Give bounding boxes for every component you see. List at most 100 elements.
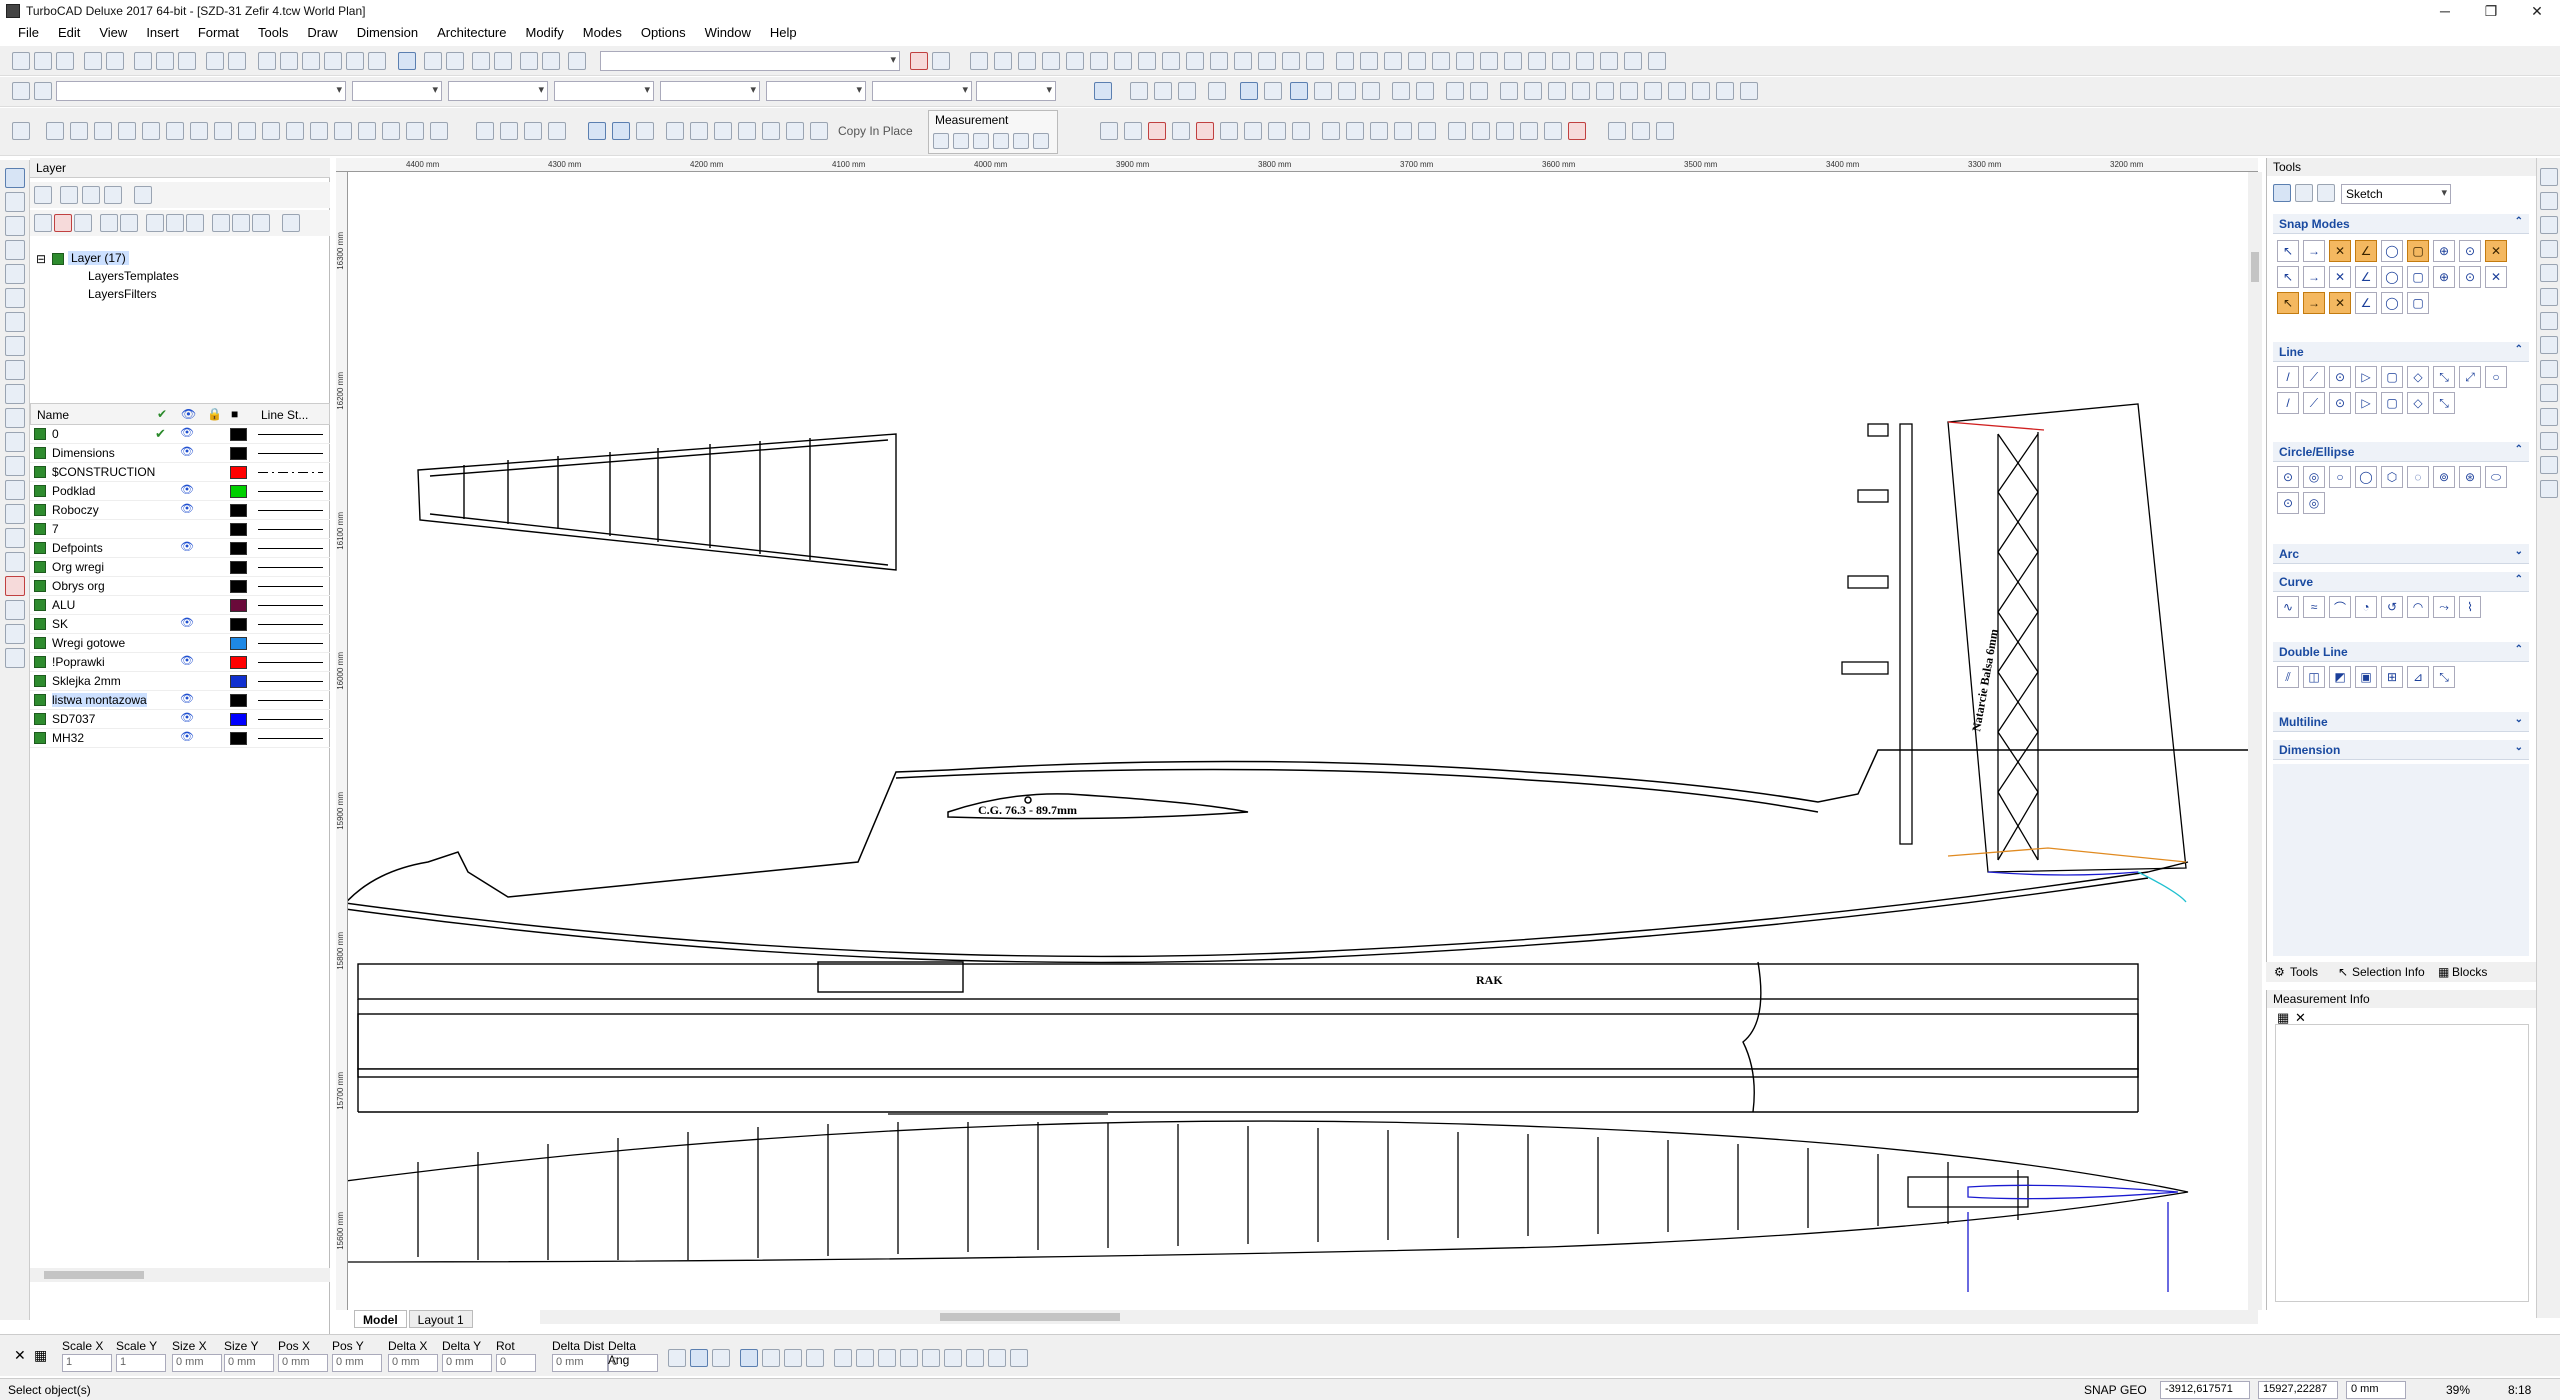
snap-mode-3-icon[interactable]: ✕ bbox=[2329, 240, 2351, 262]
layer-name[interactable]: Dimensions bbox=[52, 446, 115, 460]
coord-x[interactable]: -3912,617571 bbox=[2160, 1381, 2250, 1399]
helix-tool-icon[interactable] bbox=[1448, 122, 1466, 140]
drawing-canvas[interactable]: C.G. 76.3 - 89.7mm RAK Natarcie Balsa 6m… bbox=[348, 172, 2248, 1310]
text-icon[interactable] bbox=[5, 360, 25, 380]
zoom-window-icon[interactable] bbox=[302, 52, 320, 70]
radial-array-icon[interactable] bbox=[714, 122, 732, 140]
visible-icon[interactable]: 👁 bbox=[180, 426, 194, 439]
layer-color-swatch[interactable] bbox=[230, 561, 247, 574]
tab-model[interactable]: Model bbox=[354, 1310, 407, 1328]
layer-name[interactable]: 0 bbox=[52, 427, 59, 441]
green-box4-icon[interactable] bbox=[806, 1349, 824, 1367]
pen-combo[interactable] bbox=[448, 81, 548, 101]
green-box2-icon[interactable] bbox=[762, 1349, 780, 1367]
light-icon[interactable] bbox=[548, 122, 566, 140]
line-tool-icon[interactable] bbox=[1100, 122, 1118, 140]
layer-row[interactable]: listwa montazowa 👁 bbox=[30, 691, 330, 710]
select-mode-icon[interactable] bbox=[2273, 184, 2291, 202]
undo-icon[interactable] bbox=[206, 52, 224, 70]
angle-icon[interactable] bbox=[712, 1349, 730, 1367]
block-tool-icon[interactable] bbox=[5, 432, 25, 452]
hatch-icon[interactable] bbox=[5, 408, 25, 428]
bezier-tool-icon[interactable] bbox=[1346, 122, 1364, 140]
delta-x-input[interactable]: 0 mm bbox=[388, 1354, 438, 1372]
expand-icon[interactable]: ⌄ bbox=[2515, 714, 2523, 725]
layer-row[interactable]: Wregi gotowe bbox=[30, 634, 330, 653]
workplane-world-icon[interactable] bbox=[1314, 82, 1332, 100]
snap-vertex-icon[interactable] bbox=[994, 52, 1012, 70]
layer-linestyle-sample[interactable] bbox=[258, 700, 323, 701]
pattern-combo[interactable] bbox=[766, 81, 866, 101]
line-tool-6-icon[interactable]: ◇ bbox=[2407, 366, 2429, 388]
circle-tool-4-icon[interactable]: ◯ bbox=[2355, 466, 2377, 488]
material-icon[interactable] bbox=[500, 122, 518, 140]
visible-icon[interactable]: 👁 bbox=[180, 445, 194, 458]
collapse-icon[interactable]: ⌃ bbox=[2515, 216, 2523, 227]
section-snap-modes[interactable]: Snap Modes ⌃ bbox=[2273, 214, 2529, 234]
layer-name[interactable]: SK bbox=[52, 617, 68, 631]
layer-color-swatch[interactable] bbox=[230, 523, 247, 536]
check-icon[interactable] bbox=[834, 1349, 852, 1367]
vector-copy-icon[interactable] bbox=[738, 122, 756, 140]
blue-shape-icon[interactable] bbox=[588, 122, 606, 140]
section-circle-ellipse[interactable]: Circle/Ellipse ⌃ bbox=[2273, 442, 2529, 462]
layer-eye-icon[interactable] bbox=[186, 214, 204, 232]
curve-tool-2-icon[interactable]: ≈ bbox=[2303, 596, 2325, 618]
layer-row[interactable]: Obrys org bbox=[30, 577, 330, 596]
measure-tool-icon[interactable] bbox=[5, 600, 25, 620]
line-tool-5-icon[interactable]: ▢ bbox=[2381, 366, 2403, 388]
layer-row[interactable]: !Poprawki 👁 bbox=[30, 653, 330, 672]
snap-mode-13-icon[interactable]: ∠ bbox=[2355, 266, 2377, 288]
strip-tool-7-icon[interactable] bbox=[2540, 312, 2558, 330]
property-icon[interactable] bbox=[446, 52, 464, 70]
layer-name[interactable]: Roboczy bbox=[52, 503, 99, 517]
section-line[interactable]: Line ⌃ bbox=[2273, 342, 2529, 362]
section-double-line[interactable]: Double Line ⌃ bbox=[2273, 642, 2529, 662]
snap-mode-23-icon[interactable]: ◯ bbox=[2381, 292, 2403, 314]
linestyle-combo[interactable] bbox=[554, 81, 654, 101]
stop-icon[interactable] bbox=[5, 576, 25, 596]
strip-tool-6-icon[interactable] bbox=[2540, 288, 2558, 306]
delta-ang-input[interactable]: 0 bbox=[608, 1354, 658, 1372]
layer-name[interactable]: Sklejka 2mm bbox=[52, 674, 121, 688]
edit-mode-icon[interactable] bbox=[2295, 184, 2313, 202]
line-tool-13-icon[interactable]: ▷ bbox=[2355, 392, 2377, 414]
layer-name[interactable]: SD7037 bbox=[52, 712, 95, 726]
transform-tool-icon[interactable] bbox=[5, 528, 25, 548]
layer-row[interactable]: ALU bbox=[30, 596, 330, 615]
command-combo[interactable] bbox=[600, 51, 900, 71]
strip-tool-11-icon[interactable] bbox=[2540, 408, 2558, 426]
measure-angle-icon[interactable] bbox=[953, 133, 969, 149]
layer-row[interactable]: Podklad 👁 bbox=[30, 482, 330, 501]
torus-icon[interactable] bbox=[118, 122, 136, 140]
tab-tools[interactable]: Tools bbox=[2290, 965, 2318, 979]
group-icon[interactable] bbox=[1130, 82, 1148, 100]
col-linestyle[interactable]: Line St... bbox=[261, 408, 308, 422]
extrude-icon[interactable] bbox=[214, 122, 232, 140]
offset-icon[interactable] bbox=[1576, 52, 1594, 70]
view-top-icon[interactable] bbox=[1500, 82, 1518, 100]
strip-tool-13-icon[interactable] bbox=[2540, 456, 2558, 474]
double-line-tool-1-icon[interactable]: ⫽ bbox=[2277, 666, 2299, 688]
layer-linestyle-sample[interactable] bbox=[258, 434, 323, 435]
visible-icon[interactable]: 👁 bbox=[180, 502, 194, 515]
expand-icon[interactable]: ⌄ bbox=[2515, 546, 2523, 557]
visible-icon[interactable]: 👁 bbox=[180, 692, 194, 705]
print-icon[interactable] bbox=[84, 52, 102, 70]
menu-window[interactable]: Window bbox=[705, 25, 751, 40]
layer-name[interactable]: Obrys org bbox=[52, 579, 105, 593]
circle-tool-10-icon[interactable]: ⊙ bbox=[2277, 492, 2299, 514]
stack-icon[interactable] bbox=[1094, 82, 1112, 100]
layer-linestyle-sample[interactable] bbox=[258, 472, 323, 473]
strip-tool-1-icon[interactable] bbox=[2540, 168, 2558, 186]
col-color-icon[interactable]: ■ bbox=[231, 407, 238, 421]
circle-tool-9-icon[interactable]: ⬭ bbox=[2485, 466, 2507, 488]
point-icon[interactable] bbox=[5, 336, 25, 356]
join-icon[interactable] bbox=[1648, 52, 1666, 70]
grid2-icon[interactable] bbox=[944, 1349, 962, 1367]
layer-lock-icon[interactable] bbox=[1416, 82, 1434, 100]
zoom-extents-icon[interactable] bbox=[324, 52, 342, 70]
layer-linestyle-sample[interactable] bbox=[258, 491, 323, 492]
snap-mode-8-icon[interactable]: ⊙ bbox=[2459, 240, 2481, 262]
circle-tool-8-icon[interactable]: ⊛ bbox=[2459, 466, 2481, 488]
